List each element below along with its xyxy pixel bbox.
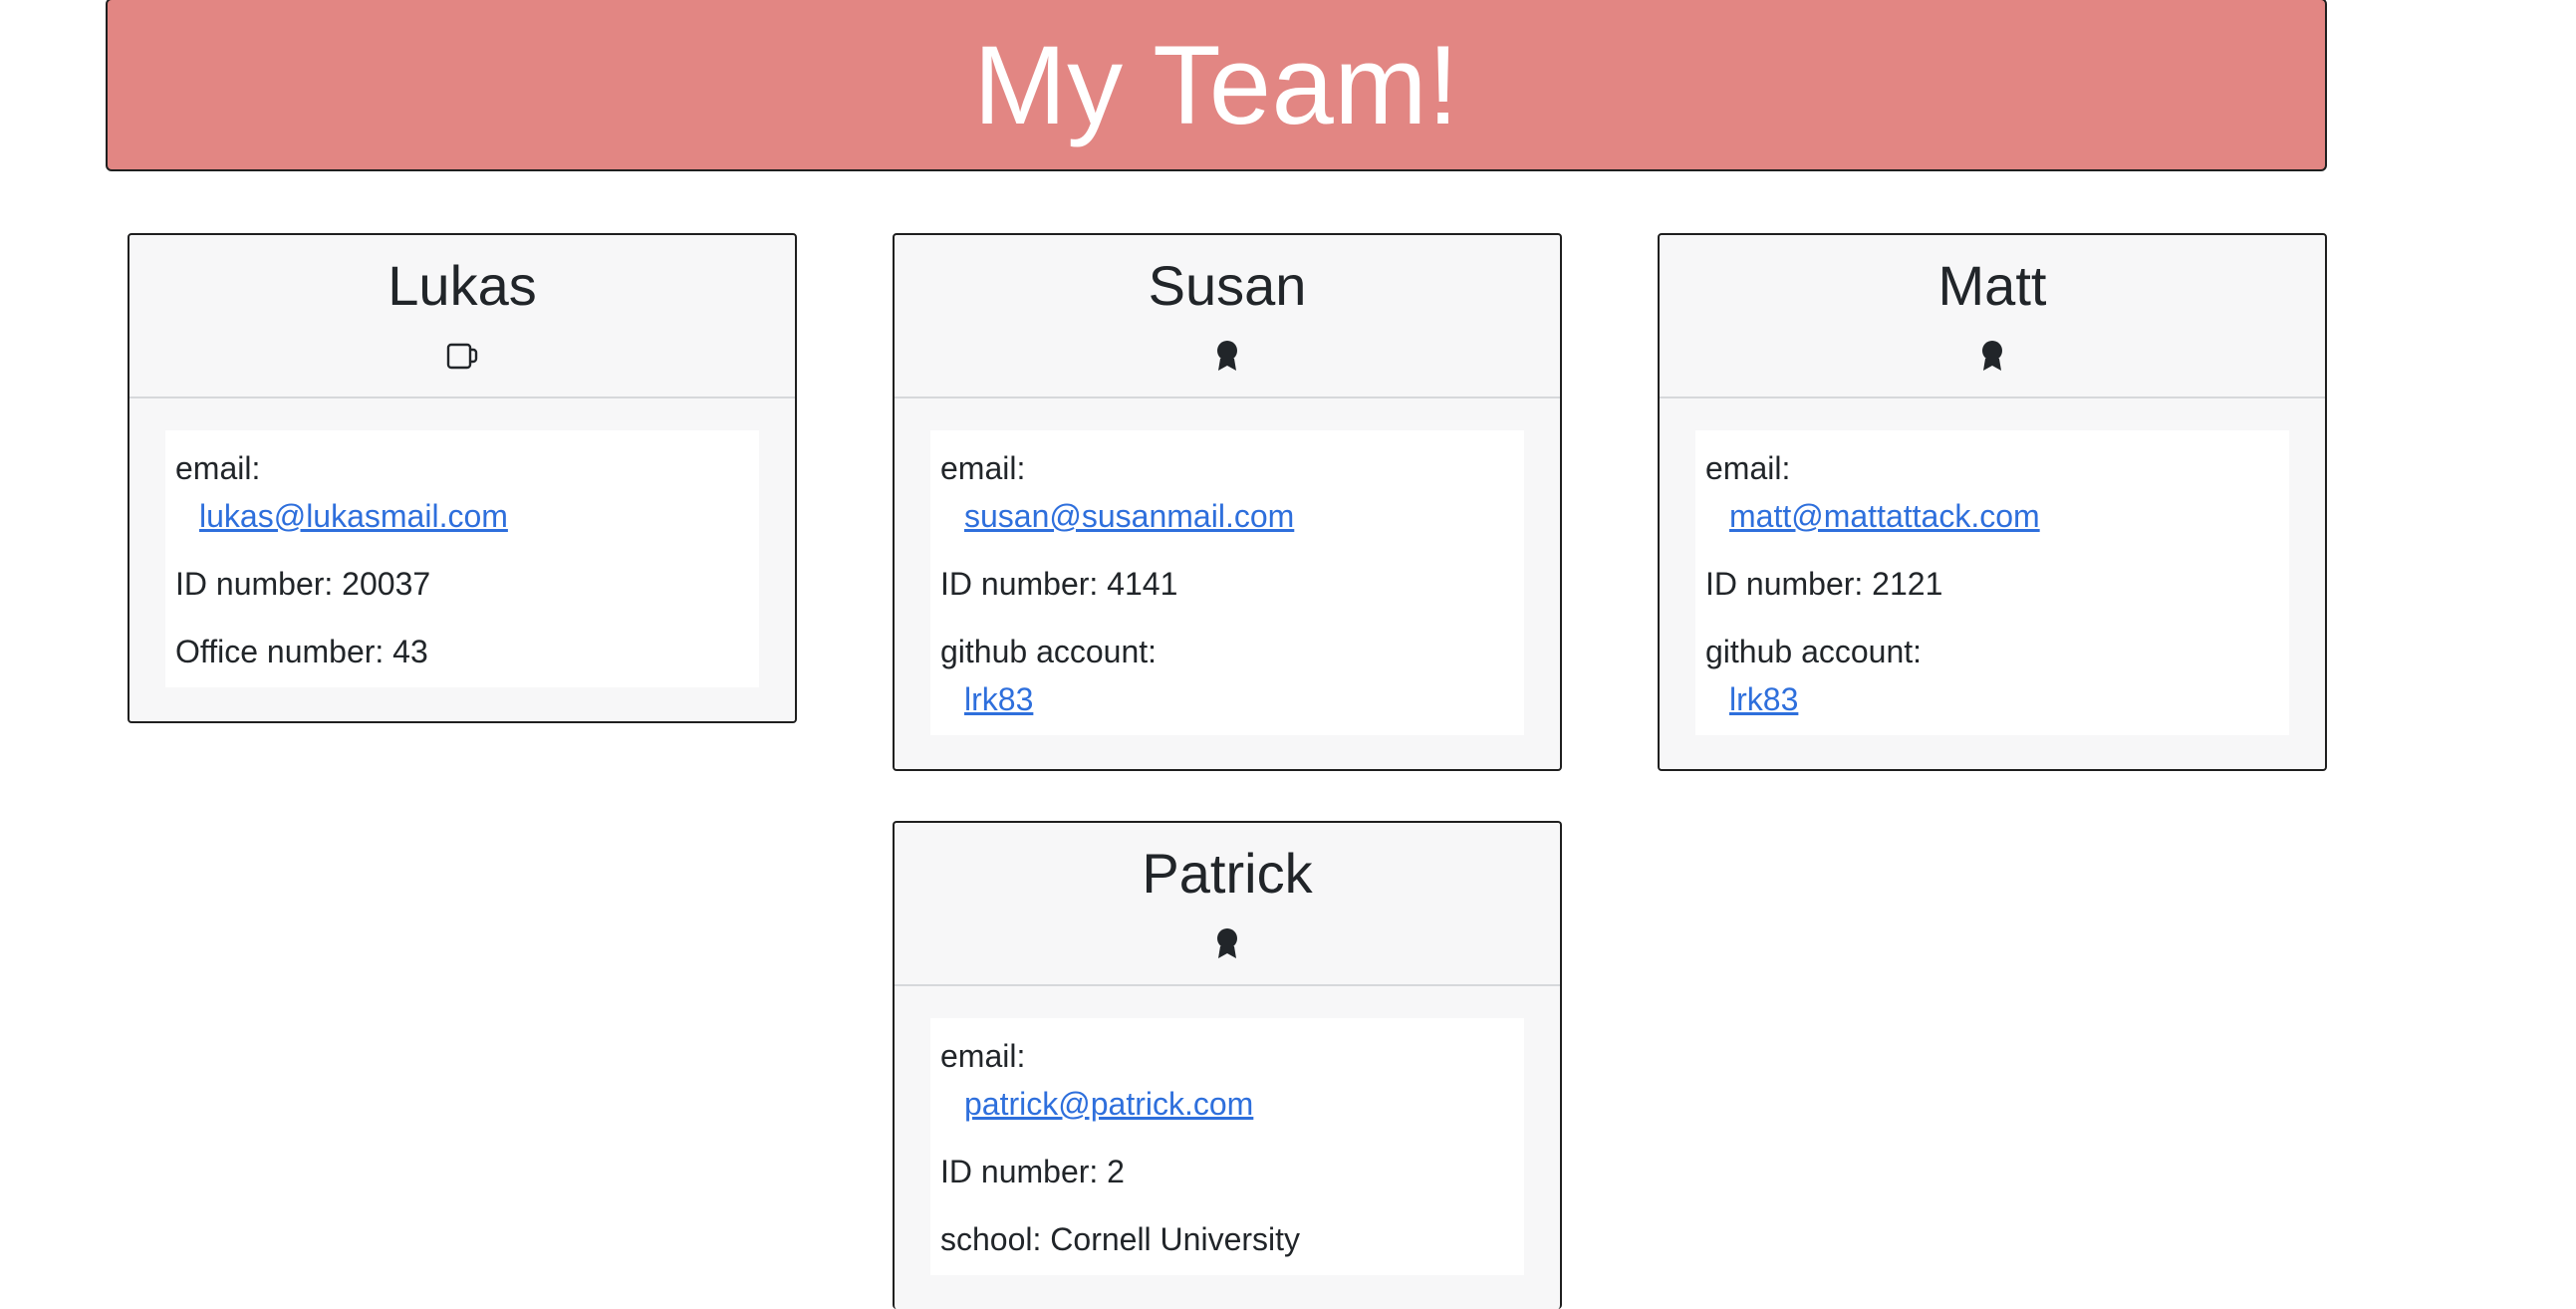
engineer-badge-icon <box>1210 339 1244 373</box>
card-body: email: susan@susanmail.com ID number: 41… <box>895 398 1560 769</box>
id-number: ID number: 4141 <box>940 566 1178 602</box>
id-number: ID number: 20037 <box>175 566 431 602</box>
email-label: email: <box>940 450 1026 486</box>
email-label: email: <box>1705 450 1791 486</box>
card-header: Matt <box>1660 235 2325 398</box>
id-number: ID number: 2 <box>940 1154 1125 1189</box>
email-row: email: patrick@patrick.com <box>940 1032 1514 1128</box>
github-label: github account: <box>1705 634 1923 669</box>
email-link[interactable]: lukas@lukasmail.com <box>175 492 749 540</box>
email-link[interactable]: matt@mattattack.com <box>1705 492 2279 540</box>
employee-card-susan: Susan email: susan@susanmail.com ID numb… <box>893 233 1562 771</box>
card-header: Patrick <box>895 823 1560 986</box>
page-header: My Team! <box>106 0 2327 171</box>
email-link[interactable]: patrick@patrick.com <box>940 1080 1514 1128</box>
info-list: email: matt@mattattack.com ID number: 21… <box>1695 430 2289 735</box>
email-label: email: <box>940 1038 1026 1074</box>
info-list: email: patrick@patrick.com ID number: 2 … <box>930 1018 1524 1275</box>
office-number: Office number: 43 <box>175 634 428 669</box>
card-header: Susan <box>895 235 1560 398</box>
page-title: My Team! <box>973 22 1459 147</box>
github-label: github account: <box>940 634 1158 669</box>
info-list: email: lukas@lukasmail.com ID number: 20… <box>165 430 759 687</box>
email-link[interactable]: susan@susanmail.com <box>940 492 1514 540</box>
employee-card-matt: Matt email: matt@mattattack.com ID numbe… <box>1658 233 2327 771</box>
employee-name: Matt <box>1937 254 2047 317</box>
engineer-badge-icon <box>1975 339 2009 373</box>
employee-name: Lukas <box>387 254 537 317</box>
github-link[interactable]: lrk83 <box>940 675 1514 723</box>
employee-card-lukas: Lukas email: lukas@lukasmail.com ID numb… <box>128 233 797 723</box>
card-body: email: patrick@patrick.com ID number: 2 … <box>895 986 1560 1309</box>
employee-name: Susan <box>1148 254 1307 317</box>
email-row: email: lukas@lukasmail.com <box>175 444 749 540</box>
email-row: email: matt@mattattack.com <box>1705 444 2279 540</box>
school: school: Cornell University <box>940 1221 1301 1257</box>
id-number: ID number: 2121 <box>1705 566 1943 602</box>
github-link[interactable]: lrk83 <box>1705 675 2279 723</box>
email-label: email: <box>175 450 261 486</box>
github-row: github account: lrk83 <box>940 628 1514 723</box>
card-body: email: lukas@lukasmail.com ID number: 20… <box>129 398 795 721</box>
employee-card-patrick: Patrick email: patrick@patrick.com ID nu… <box>893 821 1562 1309</box>
email-row: email: susan@susanmail.com <box>940 444 1514 540</box>
mug-icon <box>445 339 479 373</box>
info-list: email: susan@susanmail.com ID number: 41… <box>930 430 1524 735</box>
card-header: Lukas <box>129 235 795 398</box>
employee-name: Patrick <box>1142 842 1313 905</box>
github-row: github account: lrk83 <box>1705 628 2279 723</box>
intern-badge-icon <box>1210 926 1244 960</box>
card-body: email: matt@mattattack.com ID number: 21… <box>1660 398 2325 769</box>
